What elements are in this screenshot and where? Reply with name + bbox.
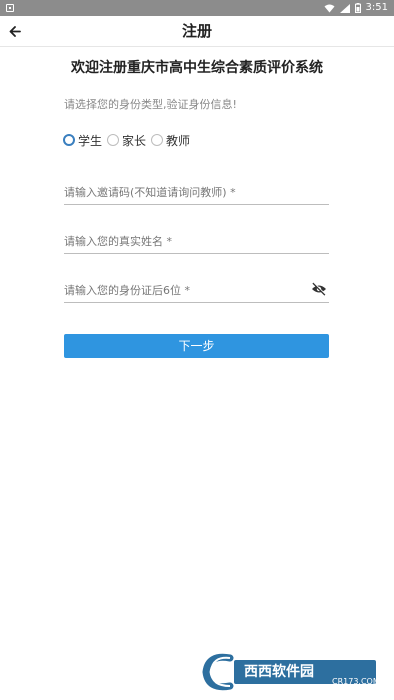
id-last6-input[interactable]: [64, 280, 304, 300]
identity-prompt: 请选择您的身份类型,验证身份信息!: [64, 98, 237, 111]
status-time: 3:51: [365, 2, 388, 13]
notification-icon: [6, 4, 14, 12]
eye-off-icon[interactable]: [311, 281, 327, 296]
system-heading: 欢迎注册重庆市高中生综合素质评价系统: [71, 60, 323, 76]
invite-code-field: [64, 182, 329, 205]
radio-student-label: 学生: [78, 133, 103, 148]
back-button[interactable]: [6, 22, 24, 40]
status-bar: 3:51: [0, 0, 394, 16]
identity-radio-group: 学生 家长 教师: [63, 131, 195, 149]
real-name-field: [64, 231, 329, 254]
arrow-left-icon: [9, 25, 21, 37]
radio-student[interactable]: 学生: [63, 132, 105, 149]
page-title: 注册: [181, 22, 212, 40]
app-bar: 注册: [0, 16, 394, 47]
status-icons: 3:51: [324, 0, 388, 16]
radio-parent-label: 家长: [122, 133, 147, 148]
real-name-input[interactable]: [64, 231, 304, 251]
watermark-url: CR173.COM: [332, 677, 380, 686]
invite-code-input[interactable]: [64, 182, 304, 202]
radio-teacher[interactable]: 教师: [151, 132, 193, 149]
radio-teacher-indicator: [151, 134, 164, 146]
radio-parent[interactable]: 家长: [107, 132, 149, 149]
site-watermark: 西西软件园 CR173.COM: [200, 650, 380, 692]
battery-icon: [354, 3, 361, 13]
radio-teacher-label: 教师: [166, 133, 191, 148]
signal-icon: [339, 3, 350, 13]
watermark-brand: 西西软件园: [244, 664, 314, 680]
id-number-field: [64, 280, 329, 303]
next-step-button[interactable]: 下一步: [64, 334, 329, 358]
radio-parent-indicator: [107, 134, 120, 146]
radio-student-indicator: [63, 134, 75, 146]
wifi-icon: [324, 4, 335, 12]
